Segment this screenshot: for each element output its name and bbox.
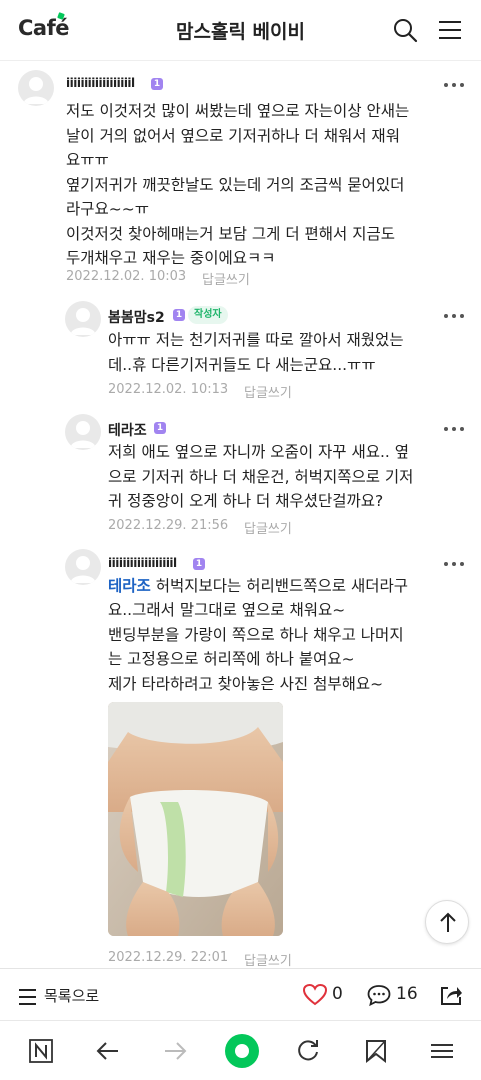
author-badge: 작성자: [188, 306, 228, 324]
comment-text: 요..그래서 말그대로 옆으로 채워요~ 밴딩부분을 가랑이 쪽으로 하나 채우…: [108, 601, 404, 693]
scroll-top-button[interactable]: [425, 900, 469, 944]
comment-nickname[interactable]: 테라조: [108, 420, 147, 440]
attached-photo[interactable]: [108, 702, 283, 936]
naver-n-icon[interactable]: [28, 1038, 54, 1064]
reply-link[interactable]: 답글쓰기: [244, 950, 292, 969]
mention-link[interactable]: 테라조: [108, 577, 151, 595]
reply-link[interactable]: 답글쓰기: [244, 518, 292, 537]
avatar[interactable]: [65, 301, 101, 337]
level-badge: 1: [154, 422, 166, 434]
comment-nickname[interactable]: iiiiiiiiiiiiiiiiiil: [108, 556, 177, 570]
search-icon[interactable]: [389, 14, 421, 46]
avatar[interactable]: [65, 414, 101, 450]
like-count: 0: [332, 984, 343, 1004]
list-icon: [19, 989, 36, 1005]
article-action-bar: 목록으로 0 16: [0, 968, 481, 1020]
comment-count: 16: [396, 984, 418, 1004]
back-arrow-icon[interactable]: [95, 1038, 121, 1064]
comment-first-line: 테라조 허벅지보다는 허리밴드쪽으로 새더라구: [108, 574, 478, 599]
comment-button[interactable]: 16: [366, 983, 422, 1007]
forward-arrow-icon[interactable]: [162, 1038, 188, 1064]
hamburger-menu-icon[interactable]: [434, 14, 466, 46]
refresh-icon[interactable]: [295, 1038, 321, 1064]
comment-bubble-icon: [367, 985, 391, 1007]
comment-text: 저희 애도 옆으로 자니까 오줌이 자꾸 새요.. 옆 으로 기저귀 하나 더 …: [108, 443, 414, 510]
comment-date: 2022.12.29. 21:56: [108, 518, 229, 533]
app-header: Café 맘스홀릭 베이비: [0, 0, 481, 60]
arrow-up-icon: [440, 912, 456, 932]
comment-date: 2022.12.02. 10:03: [66, 269, 187, 284]
level-badge: 1: [151, 78, 163, 90]
reply-link[interactable]: 답글쓰기: [202, 269, 250, 288]
level-badge: 1: [193, 558, 205, 570]
level-badge: 1: [173, 309, 185, 321]
home-green-circle-icon[interactable]: [224, 1033, 260, 1069]
back-to-list-label: 목록으로: [44, 987, 100, 1005]
comment-text: 아ㅠㅠ 저는 천기저귀를 따로 깔아서 재웠었는 데..휴 다른기저귀들도 다 …: [108, 331, 404, 374]
comment-date: 2022.12.02. 10:13: [108, 382, 229, 397]
comment-date: 2022.12.29. 22:01: [108, 950, 229, 965]
more-options-icon[interactable]: [444, 425, 466, 433]
menu-icon[interactable]: [429, 1038, 455, 1064]
bookmark-icon[interactable]: [363, 1038, 389, 1064]
more-options-icon[interactable]: [444, 560, 466, 568]
browser-nav-bar: [0, 1020, 481, 1080]
comment-text-first: 허벅지보다는 허리밴드쪽으로 새더라구: [150, 577, 408, 595]
comment-nickname[interactable]: 봄봄맘s2: [108, 307, 165, 327]
like-button[interactable]: 0: [302, 983, 352, 1007]
share-icon[interactable]: [439, 983, 463, 1007]
avatar[interactable]: [65, 549, 101, 585]
heart-icon: [302, 983, 328, 1006]
comment-text: 저도 이것저것 많이 써봤는데 옆으로 자는이상 안새는 날이 거의 없어서 옆…: [66, 102, 410, 267]
reply-link[interactable]: 답글쓰기: [244, 382, 292, 401]
more-options-icon[interactable]: [444, 312, 466, 320]
header-divider: [0, 60, 481, 61]
more-options-icon[interactable]: [444, 81, 466, 89]
avatar[interactable]: [18, 70, 54, 106]
comment-nickname[interactable]: iiiiiiiiiiiiiiiiiil: [66, 76, 135, 90]
